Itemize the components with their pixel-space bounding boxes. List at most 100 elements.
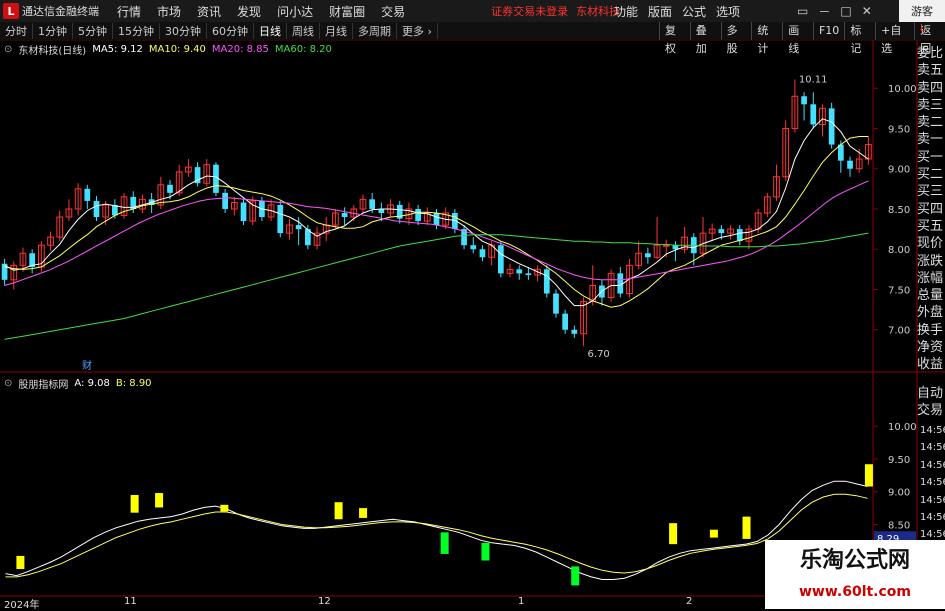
tab-period-4[interactable]: 30分钟 <box>160 23 207 39</box>
quote-label[interactable]: 买一 <box>917 149 945 166</box>
candle-body <box>102 204 110 218</box>
menu-market[interactable]: 市场 <box>157 3 181 20</box>
candle-body <box>286 224 293 234</box>
close-icon[interactable]: ✕ <box>862 4 872 18</box>
auto-trade-label[interactable]: 自动 <box>917 385 945 402</box>
indicator-legend: ⊙ 股朋指标网 A: 9.08 B: 8.90 <box>4 376 158 391</box>
candle-body <box>93 200 100 218</box>
login-notice[interactable]: 证券交易未登录 <box>491 3 568 19</box>
candle-body <box>405 208 413 220</box>
candle-body <box>19 252 27 266</box>
tab-period-3[interactable]: 15分钟 <box>113 23 160 39</box>
trade-time: 14:56 <box>920 494 945 506</box>
quote-label[interactable]: 现价 <box>917 235 945 252</box>
ma-legend-item: MA5: 9.12 <box>92 44 143 55</box>
trade-time: 14:56 <box>920 459 945 471</box>
kline-chart[interactable]: 10.00 9.50 9.00 8.50 8.00 7.50 7.00 10.11 6.70 财 1… <box>0 0 945 609</box>
quote-label[interactable]: 换手 <box>917 322 945 339</box>
signal-bar <box>155 493 164 508</box>
indicator-line-a <box>5 480 868 580</box>
price-tick-label: 7.00 <box>888 326 910 337</box>
tab-period-6[interactable]: 日线 <box>254 23 287 39</box>
tab-period-1[interactable]: 1分钟 <box>33 23 73 39</box>
minimize-icon[interactable]: － <box>818 3 830 20</box>
tool-button-6[interactable]: 标记 <box>844 22 875 55</box>
quote-label[interactable]: 涨幅 <box>917 270 945 287</box>
tool-button-4[interactable]: 画线 <box>782 22 813 55</box>
candle-body <box>571 329 578 334</box>
tab-period-5[interactable]: 60分钟 <box>207 23 254 39</box>
menu-ask[interactable]: 问小达 <box>277 3 313 20</box>
menu-options[interactable]: 选项 <box>716 3 740 20</box>
candle-body <box>553 293 559 314</box>
menu-formula[interactable]: 公式 <box>682 3 706 20</box>
tab-period-2[interactable]: 5分钟 <box>73 23 113 39</box>
tool-button-5[interactable]: F10 <box>812 22 844 40</box>
indicator-line-b <box>5 493 868 578</box>
maximize-icon[interactable]: □ <box>840 4 851 18</box>
quote-label[interactable]: 外盘 <box>917 304 945 321</box>
menu-quotes[interactable]: 行情 <box>117 3 141 20</box>
chart-tools: 复权 叠加 多股 统计 画线 F10 标记 +自选 返回 <box>659 22 945 55</box>
menu-trade[interactable]: 交易 <box>381 3 405 20</box>
quote-label[interactable]: 卖五 <box>917 62 945 79</box>
menu-function[interactable]: 功能 <box>614 3 638 20</box>
signal-bar <box>864 464 873 487</box>
period-tabs: 分时 1分钟 5分钟 15分钟 30分钟 60分钟 日线 周线 月线 多周期 更多 › <box>0 22 438 40</box>
tool-button-7[interactable]: +自选 <box>875 22 914 55</box>
auto-trade-label[interactable]: 交易 <box>917 402 945 419</box>
quote-label[interactable]: 涨跌 <box>917 253 945 270</box>
collapse-icon[interactable]: ⊙ <box>4 378 12 389</box>
candle-body <box>378 208 385 213</box>
event-marker: 财 <box>82 359 92 372</box>
candle-body <box>662 244 670 247</box>
tool-button-3[interactable]: 统计 <box>751 22 782 55</box>
ma-legend: ⊙ 东材科技(日线) MA5: 9.12 MA10: 9.40 MA20: 8.85… <box>4 42 338 57</box>
tab-period-9[interactable]: 多周期 <box>353 23 397 39</box>
candle-body <box>801 96 807 105</box>
candle-body <box>203 164 211 184</box>
quote-label[interactable]: 卖一 <box>917 131 945 148</box>
tab-period-8[interactable]: 月线 <box>320 23 353 39</box>
quote-label[interactable]: 总量 <box>917 287 945 304</box>
candle-body <box>148 199 155 205</box>
candle-body <box>65 208 73 218</box>
candle-body <box>185 166 192 173</box>
quote-label[interactable]: 买四 <box>917 201 945 218</box>
menu-wealth[interactable]: 财富圈 <box>329 3 365 20</box>
tool-button-2[interactable]: 多股 <box>720 22 752 55</box>
collapse-icon[interactable]: ⊙ <box>4 44 12 55</box>
price-tick-label: 9.00 <box>888 165 910 176</box>
menu-layout[interactable]: 版面 <box>648 3 672 20</box>
quote-label[interactable]: 卖三 <box>917 97 945 114</box>
quote-label[interactable]: 买三 <box>917 183 945 200</box>
guest-button[interactable]: 游客 <box>899 0 945 22</box>
candle-body <box>120 196 128 216</box>
period-toolbar: 分时 1分钟 5分钟 15分钟 30分钟 60分钟 日线 周线 月线 多周期 更多 › 复权 叠加 多股… <box>0 22 945 55</box>
tab-period-7[interactable]: 周线 <box>287 23 320 39</box>
menu-news[interactable]: 资讯 <box>197 3 221 20</box>
corner-badge: L <box>920 23 926 34</box>
candle-body <box>855 158 863 170</box>
date-axis: 2024年 11 12 1 2 <box>0 596 765 611</box>
quote-label[interactable]: 卖二 <box>917 114 945 131</box>
tool-button-1[interactable]: 叠加 <box>689 22 721 55</box>
quote-label[interactable]: 买五 <box>917 218 945 235</box>
quote-label[interactable]: 买二 <box>917 166 945 183</box>
signal-bar <box>359 508 368 518</box>
signal-bar <box>742 516 751 539</box>
tab-period-10[interactable]: 更多 › <box>397 23 438 39</box>
candle-body <box>690 237 697 254</box>
title-bar: L 通达信金融终端 行情 市场 资讯 发现 问小达 财富圈 交易 证券交易未登录… <box>0 0 945 23</box>
restore-icon[interactable]: ▭ <box>797 4 808 18</box>
tool-button-0[interactable]: 复权 <box>659 22 690 55</box>
quote-label[interactable]: 委比 <box>917 45 945 62</box>
menu-discover[interactable]: 发现 <box>237 3 261 20</box>
candle-body <box>230 202 238 210</box>
quote-label[interactable]: 收益 <box>917 356 945 373</box>
quote-label[interactable]: 卖四 <box>917 80 945 97</box>
candle-body <box>635 252 643 266</box>
candle-body <box>745 228 753 242</box>
quote-label[interactable]: 净资 <box>917 339 945 356</box>
tab-period-0[interactable]: 分时 <box>0 23 33 39</box>
